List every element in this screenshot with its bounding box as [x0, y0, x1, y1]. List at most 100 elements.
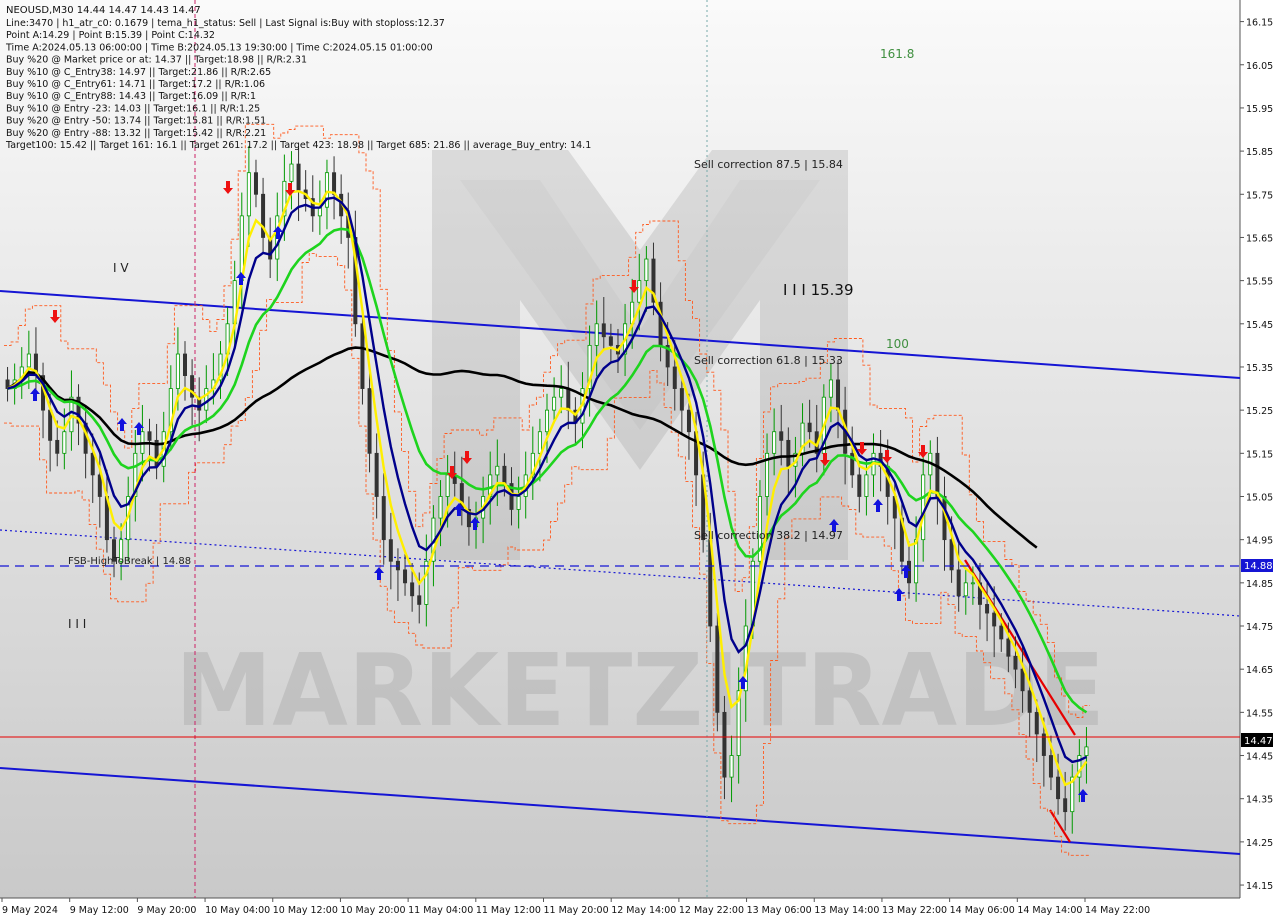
price-tick-label: 15.25 — [1246, 406, 1273, 417]
candle-body — [204, 388, 209, 411]
info-line: Buy %20 @ Market price or at: 14.37 || T… — [6, 55, 307, 66]
candle-body — [1013, 655, 1018, 670]
candle-body — [62, 431, 67, 454]
time-tick-label: 9 May 12:00 — [70, 905, 129, 916]
time-tick-label: 10 May 04:00 — [205, 905, 270, 916]
info-line: Buy %10 @ Entry -23: 14.03 || Target:16.… — [6, 103, 260, 114]
info-line: Line:3470 | h1_atr_c0: 0.1679 | tema_h1_… — [6, 18, 445, 29]
candle-body — [715, 625, 720, 713]
candle-body — [992, 612, 997, 627]
candle-body — [864, 474, 869, 497]
time-tick-label: 9 May 2024 — [2, 905, 58, 916]
candle-body — [970, 582, 975, 585]
candle-body — [296, 163, 301, 191]
price-tick-label: 14.35 — [1246, 795, 1273, 806]
fsb-label: FSB-HighToBreak | 14.88 — [68, 556, 191, 567]
candle-body — [403, 569, 408, 584]
candle-body — [1084, 746, 1089, 756]
candle-body — [949, 539, 954, 571]
candle-body — [1027, 690, 1032, 713]
candle-body — [147, 431, 152, 441]
candle-body — [786, 439, 791, 467]
info-line: Buy %10 @ C_Entry61: 14.71 || Target:17.… — [6, 79, 265, 90]
candle-body — [516, 496, 521, 510]
price-tick-label: 14.95 — [1246, 536, 1273, 547]
candle-body — [828, 379, 833, 398]
candle-body — [1006, 638, 1011, 657]
time-tick-label: 10 May 20:00 — [340, 905, 405, 916]
roman-marks-bottom: I I I — [68, 617, 86, 631]
candle-body — [559, 388, 564, 398]
candle-body — [246, 172, 251, 217]
sell-correction-618: Sell correction 61.8 | 15.33 — [694, 354, 843, 367]
time-tick-label: 14 May 22:00 — [1085, 905, 1150, 916]
candle-body — [672, 366, 677, 389]
candle-body — [779, 431, 784, 441]
candle-body — [253, 172, 258, 195]
sell-correction-875: Sell correction 87.5 | 15.84 — [694, 158, 843, 171]
candle-body — [495, 465, 500, 476]
info-line: Buy %10 @ C_Entry38: 14.97 || Target:21.… — [6, 67, 271, 78]
candle-body — [388, 539, 393, 562]
info-line: Time A:2024.05.13 06:00:00 | Time B:2024… — [5, 42, 433, 53]
candle-body — [566, 388, 571, 411]
price-tick-label: 14.75 — [1246, 622, 1273, 633]
candle-body — [686, 409, 691, 433]
fsb-price-tag: 14.88 — [1244, 561, 1273, 572]
candle-body — [1056, 776, 1061, 800]
candle-body — [772, 431, 777, 454]
time-tick-label: 14 May 14:00 — [1017, 905, 1082, 916]
watermark-text: MARKETZITRADE — [175, 632, 1105, 749]
symbol-line: NEOUSD,M30 14.44 14.47 14.43 14.47 — [6, 5, 201, 16]
candle-body — [502, 465, 507, 484]
price-tick-label: 14.55 — [1246, 708, 1273, 719]
candle-body — [1034, 711, 1039, 735]
candle-body — [1020, 668, 1025, 692]
candle-body — [545, 409, 550, 433]
candle-body — [48, 409, 53, 441]
candle-body — [1048, 755, 1053, 778]
candle-body — [956, 569, 961, 597]
candle-body — [90, 452, 95, 476]
candle-body — [417, 595, 422, 605]
candle-body — [985, 604, 990, 614]
candle-body — [537, 431, 542, 454]
price-tick-label: 16.05 — [1246, 61, 1273, 72]
level-15-39-label: I I I 15.39 — [783, 281, 854, 299]
time-tick-label: 10 May 12:00 — [273, 905, 338, 916]
info-line: Buy %20 @ Entry -88: 13.32 || Target:15.… — [6, 128, 266, 139]
candle-body — [55, 439, 60, 454]
candle-body — [935, 452, 940, 497]
price-tick-label: 16.15 — [1246, 18, 1273, 29]
price-tick-label: 15.45 — [1246, 320, 1273, 331]
info-line: Target100: 15.42 || Target 161: 16.1 || … — [5, 140, 591, 151]
candle-body — [438, 496, 443, 519]
chart-root: MARKETZITRADE 161.8 100 Sell correction … — [0, 0, 1280, 920]
candle-body — [637, 280, 642, 303]
candle-body — [332, 172, 337, 195]
price-tick-label: 15.05 — [1246, 492, 1273, 503]
info-line: Point A:14.29 | Point B:15.39 | Point C:… — [6, 30, 215, 41]
candle-body — [381, 496, 386, 541]
roman-marks-left: I V — [113, 261, 129, 275]
candle-body — [608, 336, 613, 346]
sell-correction-382: Sell correction 38.2 | 14.97 — [694, 529, 843, 542]
time-tick-label: 11 May 04:00 — [408, 905, 473, 916]
fib-100-label: 100 — [886, 337, 909, 351]
candle-body — [807, 422, 812, 433]
time-tick-label: 12 May 22:00 — [679, 905, 744, 916]
time-tick-label: 13 May 22:00 — [882, 905, 947, 916]
fib-1618-label: 161.8 — [880, 47, 914, 61]
candle-body — [360, 323, 365, 389]
price-tick-label: 15.85 — [1246, 147, 1273, 158]
price-tick-label: 15.55 — [1246, 277, 1273, 288]
candle-body — [601, 323, 606, 338]
candle-body — [594, 323, 599, 346]
current-price-tag: 14.47 — [1244, 736, 1273, 747]
candle-body — [921, 474, 926, 541]
candle-body — [644, 258, 649, 282]
time-tick-label: 9 May 20:00 — [137, 905, 196, 916]
candle-body — [374, 452, 379, 497]
candle-body — [836, 379, 841, 411]
candle-body — [445, 474, 450, 497]
